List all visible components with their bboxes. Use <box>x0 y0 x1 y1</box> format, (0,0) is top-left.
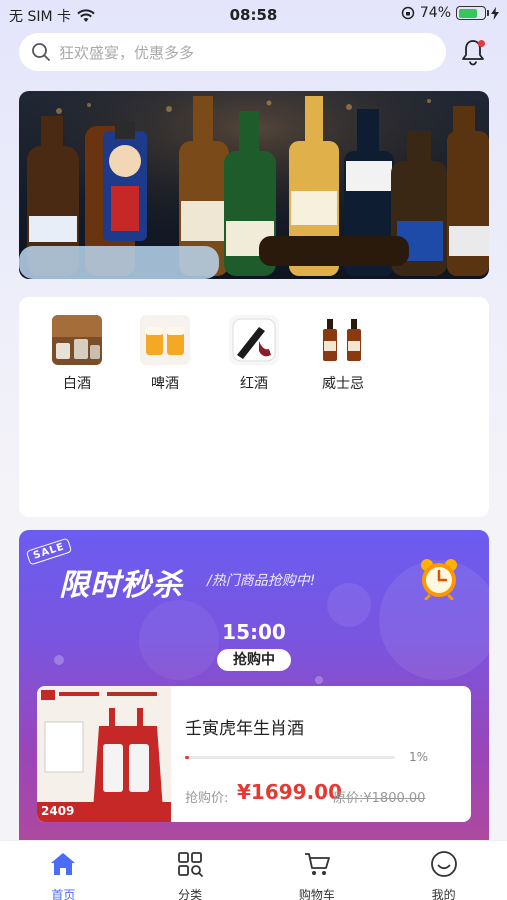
baijiu-icon <box>52 315 102 365</box>
search-bar[interactable]: 狂欢盛宴，优惠多多 <box>19 33 446 71</box>
tab-label: 我的 <box>431 888 456 900</box>
tab-category[interactable]: 分类 <box>127 841 254 900</box>
beer-icon <box>140 315 190 365</box>
sale-progress-text: 1% <box>409 750 429 764</box>
category-item-wine[interactable]: 红酒 <box>224 315 284 393</box>
notification-dot <box>478 40 485 47</box>
charging-icon <box>491 6 499 20</box>
home-icon <box>51 853 76 875</box>
product-image-caption: 2409 <box>41 804 75 818</box>
tab-label: 购物车 <box>298 888 335 900</box>
battery-percent: 74% <box>419 5 451 21</box>
tab-profile[interactable]: 我的 <box>380 841 507 900</box>
battery-level <box>458 8 477 18</box>
bottom-tab-bar: 首页 分类 购物车 我的 <box>0 840 507 900</box>
category-item-beer[interactable]: 啤酒 <box>135 315 195 393</box>
category-icon <box>178 852 204 877</box>
category-label: 红酒 <box>240 376 268 392</box>
category-item-baijiu[interactable]: 白酒 <box>47 315 107 393</box>
category-item-whisky[interactable]: 威士忌 <box>313 315 373 393</box>
product-card[interactable]: 2409 壬寅虎年生肖酒 1% 抢购价: ¥1699.00 原价:¥1800.0… <box>37 686 471 822</box>
status-bar: 无 SIM 卡 08:58 74% <box>0 0 507 28</box>
notification-button[interactable] <box>460 38 488 68</box>
search-placeholder: 狂欢盛宴，优惠多多 <box>59 43 195 62</box>
product-name: 壬寅虎年生肖酒 <box>185 719 304 739</box>
product-image: 2409 <box>37 686 171 822</box>
flash-sale-time: 15:00 <box>222 620 286 644</box>
flash-sale-subtitle: /热门商品抢购中! <box>207 573 316 589</box>
tab-label: 分类 <box>178 888 203 900</box>
tab-cart[interactable]: 购物车 <box>254 841 381 900</box>
whisky-icon <box>318 315 368 365</box>
promo-banner[interactable] <box>19 91 489 279</box>
flash-sale-section: SALE 限时秒杀 /热门商品抢购中! 15:00 抢购中 2409 壬寅虎年生… <box>19 530 489 850</box>
cart-icon <box>304 853 330 875</box>
category-label: 威士忌 <box>322 376 364 392</box>
orientation-lock-icon <box>401 6 415 20</box>
alarm-clock-icon <box>421 559 457 600</box>
battery-icon <box>456 6 489 20</box>
flash-sale-title: 限时秒杀 <box>59 568 183 603</box>
tab-home[interactable]: 首页 <box>0 841 127 900</box>
search-icon <box>32 43 50 61</box>
category-label: 白酒 <box>63 376 91 392</box>
profile-icon <box>430 851 457 877</box>
beer-bottles-image <box>19 91 489 279</box>
sale-progress-bar <box>185 756 395 759</box>
original-price: 原价:¥1800.00 <box>333 791 426 806</box>
category-label: 啤酒 <box>151 376 179 392</box>
category-panel: 白酒 啤酒 红酒 威士忌 <box>19 297 489 517</box>
price-label: 抢购价: <box>185 791 229 806</box>
sale-progress-fill <box>185 756 190 759</box>
flash-sale-status-badge: 抢购中 <box>217 649 291 671</box>
wine-icon <box>229 315 279 365</box>
sale-price: ¥1699.00 <box>237 780 343 804</box>
tab-label: 首页 <box>51 888 76 900</box>
